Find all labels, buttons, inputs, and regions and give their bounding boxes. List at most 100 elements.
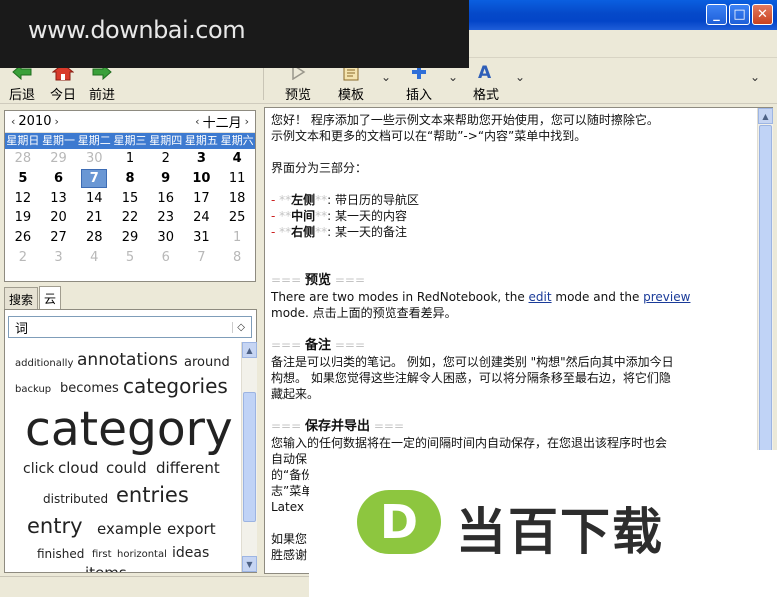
calendar-day[interactable]: 1 bbox=[219, 228, 255, 248]
cloud-category-value: 词 bbox=[15, 321, 29, 337]
calendar-day[interactable]: 13 bbox=[41, 188, 77, 208]
editor-line: 示例文本和更多的文档可以在“帮助”->“内容”菜单中找到。 bbox=[271, 129, 587, 143]
today-button[interactable]: 今日 bbox=[50, 62, 76, 103]
cloud-category-select[interactable]: 词 ◇ bbox=[8, 316, 252, 338]
forward-button[interactable]: 前进 bbox=[89, 62, 115, 103]
calendar-day[interactable]: 31 bbox=[184, 228, 220, 248]
prev-month-button[interactable]: ‹ bbox=[195, 115, 199, 128]
calendar-day[interactable]: 16 bbox=[148, 188, 184, 208]
calendar-day[interactable]: 19 bbox=[5, 208, 41, 228]
cloud-word[interactable]: cloud bbox=[58, 461, 99, 476]
cloud-word[interactable]: category bbox=[25, 406, 233, 453]
month-selector: ‹ 十二月 › bbox=[195, 112, 249, 131]
cloud-word[interactable]: example bbox=[97, 522, 162, 537]
insert-dropdown[interactable]: ⌄ bbox=[448, 70, 458, 84]
cloud-word[interactable]: export bbox=[167, 522, 216, 537]
calendar-day[interactable]: 29 bbox=[112, 228, 148, 248]
calendar-day[interactable]: 3 bbox=[184, 149, 220, 169]
template-button[interactable]: 模板 bbox=[338, 62, 364, 103]
editor-line: 您好！ 程序添加了一些示例文本来帮助您开始使用，您可以随时擦除它。 bbox=[271, 113, 659, 127]
cloud-word[interactable]: entries bbox=[116, 485, 189, 506]
editor-line: 您输入的任何数据将在一定的间隔时间内自动保存，在您退出该程序时也会 bbox=[271, 436, 668, 450]
cloud-word[interactable]: around bbox=[184, 356, 230, 369]
scroll-up-icon[interactable]: ▲ bbox=[242, 342, 257, 358]
overflow-dropdown[interactable]: ⌄ bbox=[750, 70, 760, 84]
cloud-word[interactable]: annotations bbox=[77, 352, 178, 369]
tab-cloud[interactable]: 云 bbox=[39, 286, 62, 310]
cloud-word[interactable]: horizontal bbox=[117, 550, 167, 560]
scroll-up-icon[interactable]: ▲ bbox=[758, 108, 773, 124]
calendar-day[interactable]: 2 bbox=[5, 247, 41, 267]
calendar-day[interactable]: 17 bbox=[184, 188, 220, 208]
calendar-day[interactable]: 30 bbox=[76, 149, 112, 169]
cloud-word[interactable]: finished bbox=[37, 548, 84, 560]
calendar-day[interactable]: 28 bbox=[5, 149, 41, 169]
cloud-word[interactable]: first bbox=[92, 550, 112, 560]
calendar-day[interactable]: 24 bbox=[184, 208, 220, 228]
calendar-day[interactable]: 27 bbox=[41, 228, 77, 248]
scroll-thumb[interactable] bbox=[759, 125, 772, 455]
cloud-word[interactable]: could bbox=[106, 461, 147, 476]
calendar-day[interactable]: 3 bbox=[41, 247, 77, 267]
editor-line: mode. 点击上面的预览查看差异。 bbox=[271, 306, 457, 320]
tab-search[interactable]: 搜索 bbox=[4, 287, 39, 309]
minimize-button[interactable]: _ bbox=[706, 4, 727, 25]
calendar-day[interactable]: 15 bbox=[112, 188, 148, 208]
format-dropdown[interactable]: ⌄ bbox=[515, 70, 525, 84]
cloud-word[interactable]: items bbox=[85, 566, 127, 573]
calendar-day[interactable]: 8 bbox=[112, 169, 148, 189]
next-month-button[interactable]: › bbox=[245, 115, 249, 128]
cloud-word[interactable]: ideas bbox=[172, 546, 209, 560]
template-dropdown[interactable]: ⌄ bbox=[381, 70, 391, 84]
insert-button[interactable]: 插入 bbox=[406, 62, 432, 103]
calendar-day[interactable]: 10 bbox=[184, 169, 220, 189]
maximize-button[interactable]: □ bbox=[729, 4, 750, 25]
calendar-day[interactable]: 26 bbox=[5, 228, 41, 248]
cloud-word[interactable]: becomes bbox=[60, 382, 119, 395]
calendar-day[interactable]: 6 bbox=[148, 247, 184, 267]
calendar-day[interactable]: 25 bbox=[219, 208, 255, 228]
calendar-day[interactable]: 5 bbox=[5, 169, 41, 189]
back-button[interactable]: 后退 bbox=[9, 62, 35, 103]
calendar-day[interactable]: 7 bbox=[184, 247, 220, 267]
calendar-day[interactable]: 21 bbox=[76, 208, 112, 228]
calendar-day[interactable]: 23 bbox=[148, 208, 184, 228]
cloud-word[interactable]: backup bbox=[15, 385, 51, 395]
cloud-word[interactable]: different bbox=[156, 461, 220, 476]
edit-link[interactable]: edit bbox=[529, 290, 552, 304]
cloud-word[interactable]: distributed bbox=[43, 493, 108, 505]
calendar-day[interactable]: 29 bbox=[41, 149, 77, 169]
editor-line: 藏起来。 bbox=[271, 387, 320, 401]
scroll-down-icon[interactable]: ▼ bbox=[242, 556, 257, 572]
calendar-day[interactable]: 1 bbox=[112, 149, 148, 169]
cloud-word[interactable]: entry bbox=[27, 516, 83, 537]
chevron-down-icon: ⌄ bbox=[750, 70, 761, 84]
calendar-day[interactable]: 18 bbox=[219, 188, 255, 208]
calendar-day[interactable]: 28 bbox=[76, 228, 112, 248]
calendar-day[interactable]: 20 bbox=[41, 208, 77, 228]
preview-link[interactable]: preview bbox=[643, 290, 690, 304]
calendar-day[interactable]: 5 bbox=[112, 247, 148, 267]
cloud-scrollbar[interactable]: ▲ ▼ bbox=[241, 342, 257, 572]
calendar-day[interactable]: 12 bbox=[5, 188, 41, 208]
calendar-day[interactable]: 4 bbox=[219, 149, 255, 169]
calendar-day[interactable]: 4 bbox=[76, 247, 112, 267]
cloud-word[interactable]: click bbox=[23, 462, 54, 476]
calendar-day-selected[interactable]: 7 bbox=[81, 168, 108, 189]
calendar-day[interactable]: 2 bbox=[148, 149, 184, 169]
calendar-day[interactable]: 14 bbox=[76, 188, 112, 208]
next-year-button[interactable]: › bbox=[55, 115, 59, 128]
scroll-thumb[interactable] bbox=[243, 392, 256, 522]
calendar-day[interactable]: 8 bbox=[219, 247, 255, 267]
format-button[interactable]: A 格式 bbox=[473, 62, 499, 103]
calendar-day[interactable]: 22 bbox=[112, 208, 148, 228]
preview-button[interactable]: 预览 bbox=[285, 62, 311, 103]
calendar-day[interactable]: 6 bbox=[41, 169, 77, 189]
cloud-word[interactable]: categories bbox=[123, 376, 228, 396]
cloud-word[interactable]: additionally bbox=[15, 359, 73, 369]
calendar-day[interactable]: 9 bbox=[148, 169, 184, 189]
close-button[interactable]: ✕ bbox=[752, 4, 773, 25]
prev-year-button[interactable]: ‹ bbox=[11, 115, 15, 128]
calendar-day[interactable]: 30 bbox=[148, 228, 184, 248]
calendar-day[interactable]: 11 bbox=[219, 169, 255, 189]
